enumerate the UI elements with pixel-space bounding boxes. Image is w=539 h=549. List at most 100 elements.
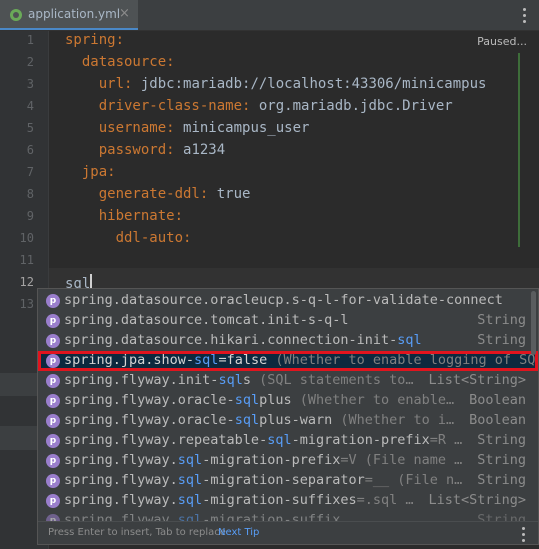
completion-text-part: spring.jpa.show- xyxy=(64,352,195,368)
yaml-separator: : xyxy=(166,54,175,70)
more-options-icon[interactable] xyxy=(516,525,530,543)
spring-yaml-file-icon xyxy=(10,9,22,21)
yaml-key: username xyxy=(65,120,167,136)
completion-item-type: String xyxy=(477,432,526,448)
property-icon: p xyxy=(46,474,60,488)
property-icon: p xyxy=(46,294,60,308)
completion-hint: Press Enter to insert, Tab to replace xyxy=(48,527,226,538)
yaml-key: driver-class-name xyxy=(65,98,243,114)
code-line: driver-class-name: org.mariadb.jdbc.Driv… xyxy=(65,98,453,114)
completion-item[interactable]: p spring.flyway.sql-migration-suffix Strin… xyxy=(38,511,538,521)
line-number: 8 xyxy=(26,187,34,201)
completion-item-type: List<String> xyxy=(428,492,526,508)
completion-item-type: String xyxy=(477,312,526,328)
completion-text-part: sql xyxy=(177,492,203,508)
completion-text-part: sql xyxy=(267,432,292,448)
tab-application-yml[interactable]: application.yml × xyxy=(0,0,138,30)
yaml-value: jdbc:mariadb://localhost:43306/minicampu… xyxy=(140,76,487,92)
code-line: password: a1234 xyxy=(65,142,225,158)
completion-text-part: spring.flyway.repeatable- xyxy=(64,432,268,448)
yaml-value: true xyxy=(216,186,251,202)
completion-item-type: Boolean xyxy=(469,412,526,428)
completion-scrollbar[interactable] xyxy=(531,291,536,355)
completion-item[interactable]: p spring.datasource.tomcat.init-s-q-l Stri… xyxy=(38,311,538,331)
completion-text-part: sql xyxy=(234,392,260,408)
completion-item[interactable]: p spring.flyway.oracle-sqlplus (Whether t… xyxy=(38,391,538,411)
completion-item[interactable]: p spring.flyway.sql-migration-suffixes=.s… xyxy=(38,491,538,511)
completion-text-part: spring.flyway.oracle- xyxy=(64,392,235,408)
completion-item[interactable]: p spring.flyway.repeatable-sql-migration-… xyxy=(38,431,538,451)
current-line-highlight xyxy=(49,268,539,290)
property-icon: p xyxy=(46,514,60,521)
property-icon: p xyxy=(46,414,60,428)
completion-text-part: (Whether to enable… xyxy=(291,392,455,408)
completion-item[interactable]: p spring.datasource.oracleucp.s-q-l-for-v… xyxy=(38,291,538,311)
yaml-value: org.mariadb.jdbc.Driver xyxy=(258,98,453,114)
completion-item[interactable]: p spring.flyway.init-sqls (SQL statements… xyxy=(38,371,538,391)
completion-item-type: String xyxy=(477,472,526,488)
completion-item[interactable]: p spring.flyway.oracle-sqlplus-warn (Whet… xyxy=(38,411,538,431)
completion-text-part: (SQL statements to… xyxy=(250,372,414,388)
completion-text-part: sql xyxy=(194,352,219,368)
completion-text-part: =__ (File n… xyxy=(364,472,463,488)
completion-item-text: spring.datasource.hikari.connection-init… xyxy=(64,332,504,348)
next-tip-link[interactable]: Next Tip xyxy=(218,527,259,538)
yaml-separator: : xyxy=(107,164,116,180)
property-icon: p xyxy=(46,314,60,328)
completion-item[interactable]: p spring.datasource.hikari.connection-ini… xyxy=(38,331,538,351)
completion-item-selected[interactable]: p spring.jpa.show-sql=false (Whether to e… xyxy=(38,351,538,371)
completion-text-part: sql xyxy=(397,332,422,348)
code-line: jpa: xyxy=(65,164,116,180)
completion-text-part: sql xyxy=(177,472,203,488)
code-line: ddl-auto: xyxy=(65,230,192,246)
line-number: 12 xyxy=(19,275,34,289)
yaml-separator: : xyxy=(124,76,141,92)
yaml-separator: : xyxy=(242,98,259,114)
completion-item-text: spring.flyway.sql-migration-separator=__… xyxy=(64,472,504,488)
completion-text-part: spring.flyway. xyxy=(64,452,178,468)
code-line: datasource: xyxy=(65,54,175,70)
completion-item[interactable]: p spring.flyway.sql-migration-separator=_… xyxy=(38,471,538,491)
tool-window-strip xyxy=(0,426,38,450)
yaml-separator: : xyxy=(199,186,217,202)
property-icon: p xyxy=(46,494,60,508)
completion-item-type: String xyxy=(477,512,526,521)
completion-item-text: spring.flyway.sql-migration-prefix=V (Fi… xyxy=(64,452,504,468)
completion-item-type: Boolean xyxy=(469,392,526,408)
completion-text-part: =V (File name … xyxy=(340,452,463,468)
close-tab-icon[interactable]: × xyxy=(119,6,130,21)
yaml-key: password xyxy=(65,142,167,158)
completion-item-text: spring.datasource.oracleucp.s-q-l-for-va… xyxy=(64,292,504,308)
completion-text-part: =false xyxy=(218,352,268,368)
line-number: 5 xyxy=(26,121,34,135)
tab-label: application.yml xyxy=(28,7,121,21)
code-line: username: minicampus_user xyxy=(65,120,310,136)
property-icon: p xyxy=(46,434,60,448)
completion-text-part: plus xyxy=(259,392,292,408)
yaml-value: a1234 xyxy=(183,142,226,158)
completion-text-part: sql xyxy=(177,512,203,521)
line-number: 13 xyxy=(19,297,34,311)
line-number: 2 xyxy=(26,55,34,69)
tool-window-strip xyxy=(0,373,38,396)
line-number: 9 xyxy=(26,209,34,223)
completion-footer: Press Enter to insert, Tab to replace Ne… xyxy=(38,521,538,544)
more-options-icon[interactable] xyxy=(517,5,531,25)
completion-text-part: spring.flyway.init- xyxy=(64,372,219,388)
yaml-key: spring xyxy=(65,32,116,48)
completion-item[interactable]: p spring.flyway.sql-migration-prefix=V (F… xyxy=(38,451,538,471)
property-icon: p xyxy=(46,394,60,408)
line-number: 1 xyxy=(26,33,34,47)
completion-item-type: String xyxy=(477,452,526,468)
completion-item-text: spring.flyway.repeatable-sql-migration-p… xyxy=(64,432,504,448)
code-line: generate-ddl: true xyxy=(65,186,251,202)
completion-item-text: spring.flyway.oracle-sqlplus (Whether to… xyxy=(64,392,504,408)
completion-text-part: spring.flyway.oracle- xyxy=(64,412,235,428)
yaml-key: jpa xyxy=(65,164,108,180)
code-completion-popup[interactable]: p spring.datasource.oracleucp.s-q-l-for-v… xyxy=(37,288,539,545)
inspection-status: Paused... xyxy=(477,35,527,48)
line-number: 4 xyxy=(26,99,34,113)
completion-text-part: =R … xyxy=(429,432,463,448)
completion-text-part: (Whether to i… xyxy=(332,412,455,428)
completion-text-part: -migration-prefix xyxy=(202,452,341,468)
